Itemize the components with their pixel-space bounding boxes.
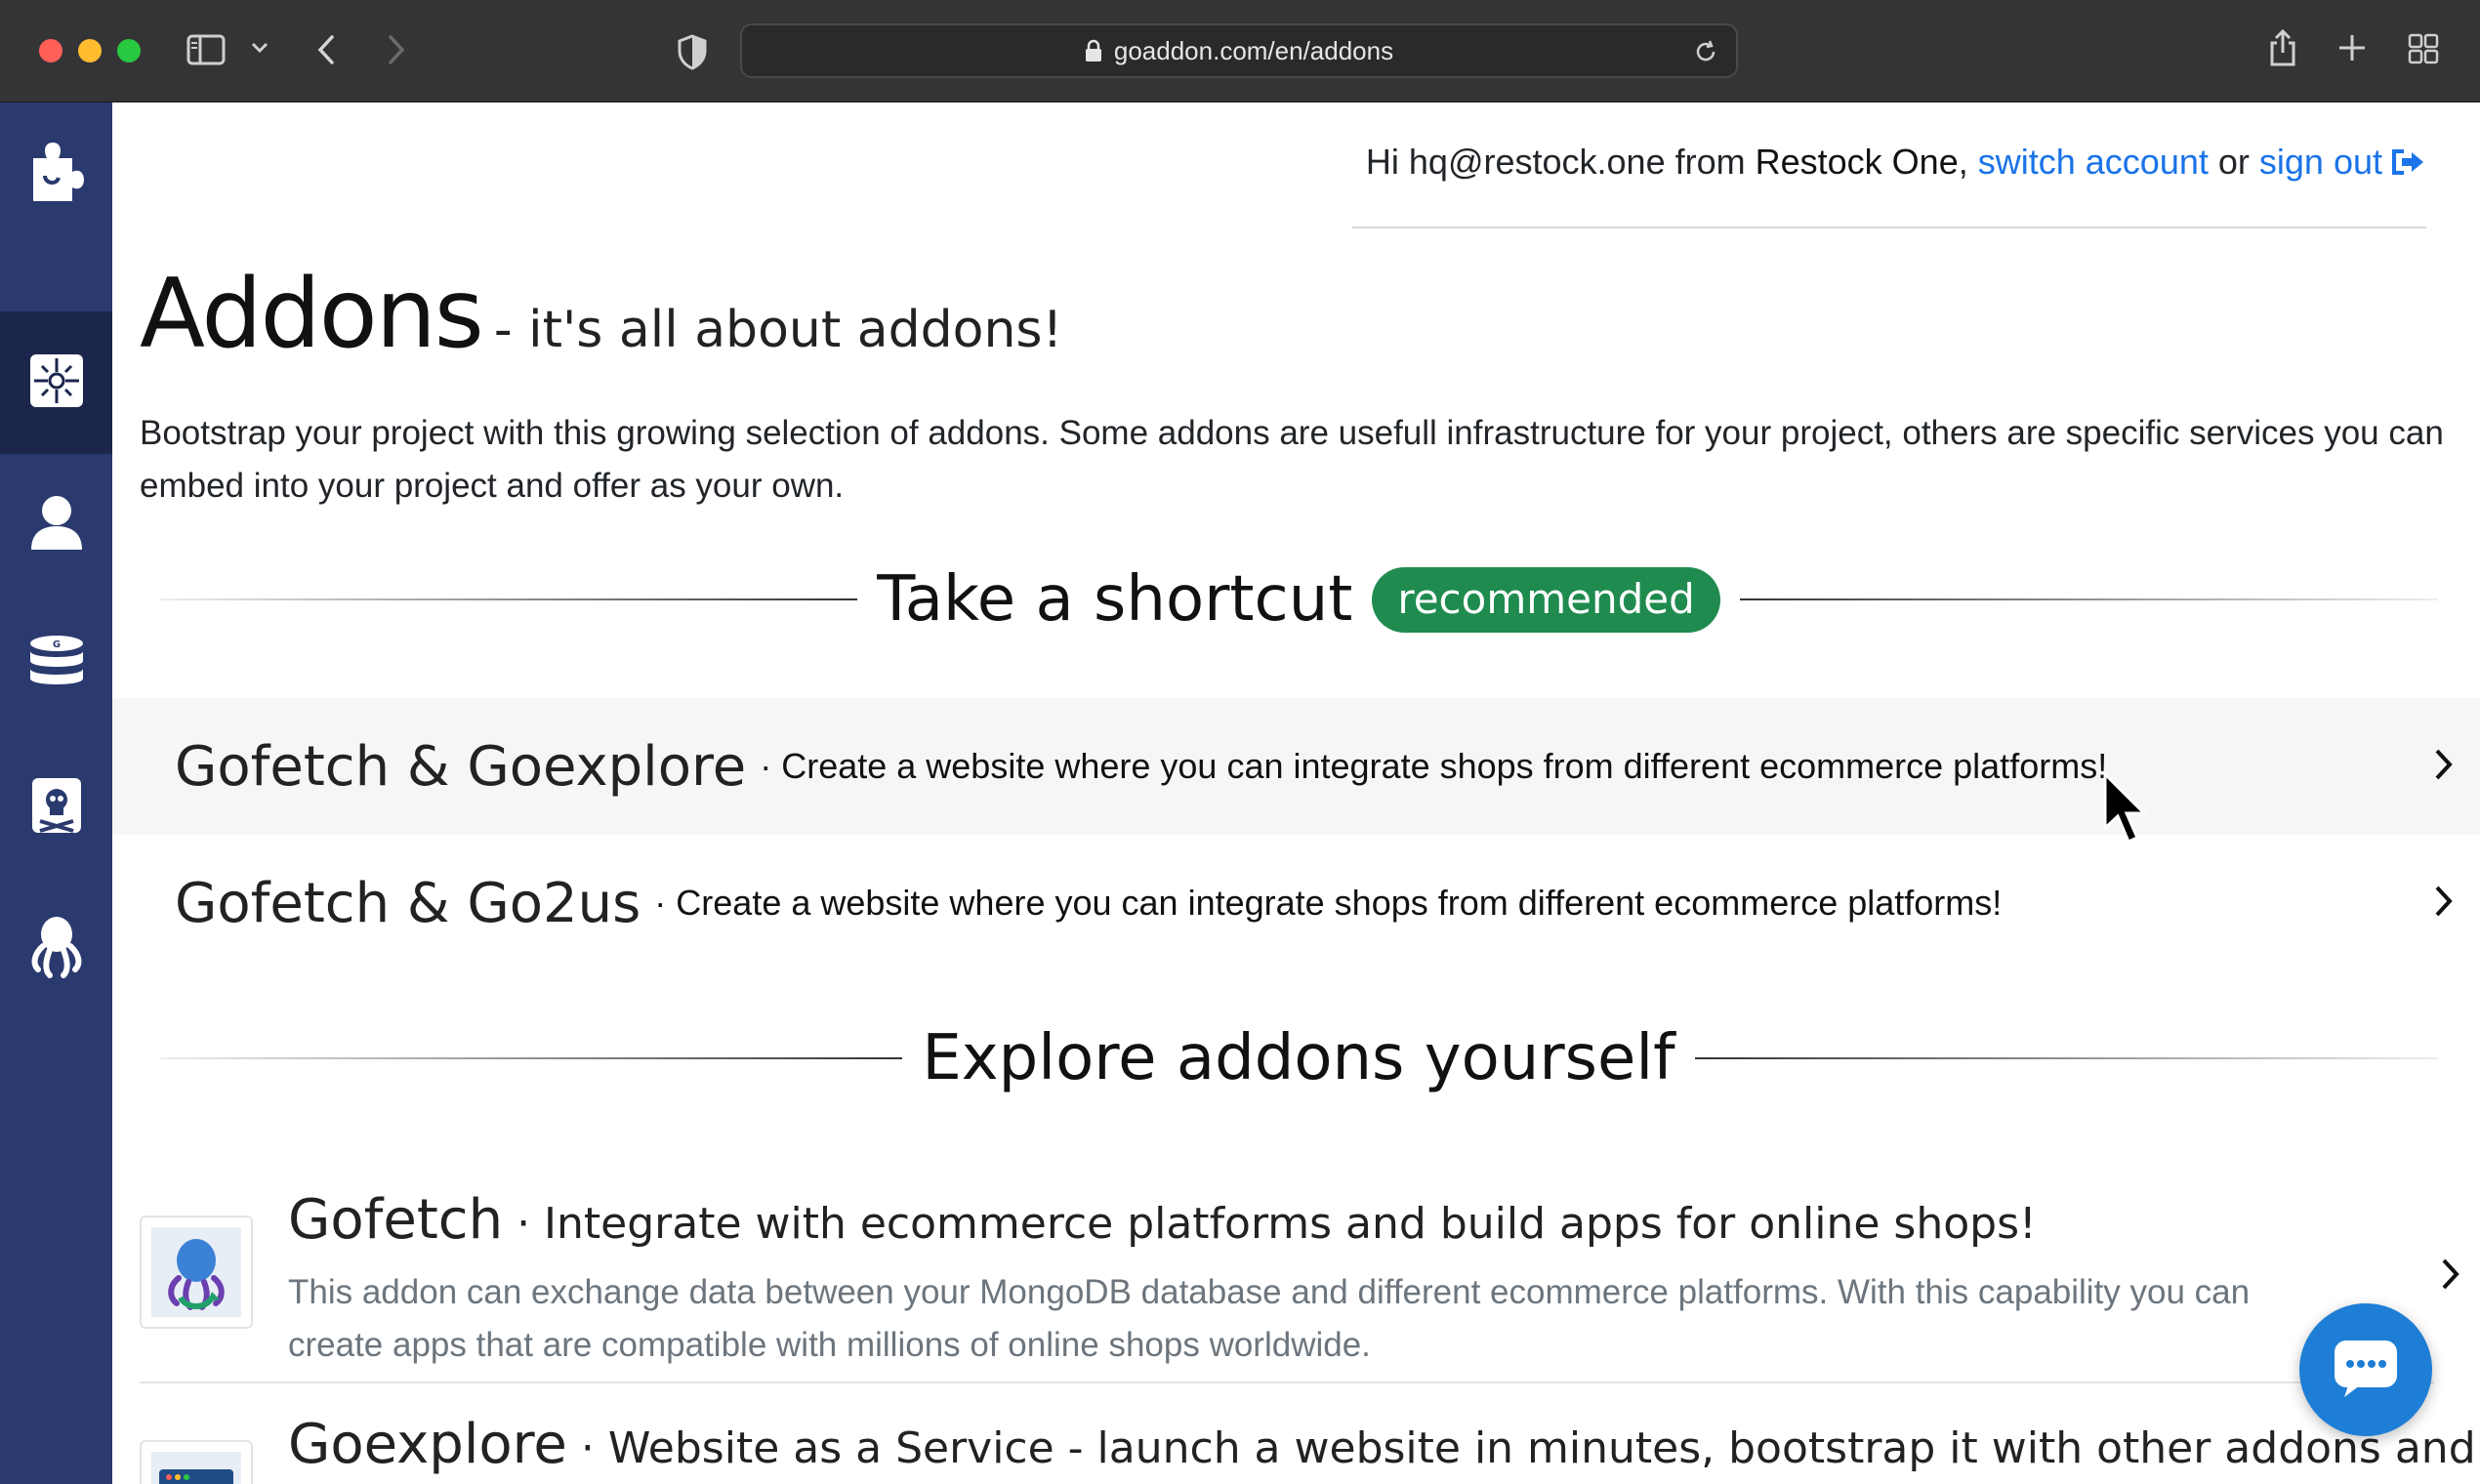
back-icon[interactable]: [314, 33, 338, 66]
shortcut-section-header: Take a shortcut recommended: [159, 563, 2439, 636]
sidebar-item-octopus[interactable]: [0, 878, 112, 1020]
database-icon: G: [28, 634, 85, 698]
greeting-from: from: [1674, 142, 1746, 182]
shortcut-desc: · Create a website where you can integra…: [654, 883, 2003, 923]
lock-icon: [1085, 39, 1102, 62]
addon-divider: [140, 1381, 2434, 1383]
shortcut-heading: Take a shortcut: [877, 563, 1353, 636]
addon-item-goexplore[interactable]: Goexplore · Website as a Service - launc…: [140, 1413, 2476, 1484]
tab-overview-icon[interactable]: [2408, 33, 2439, 64]
user-email: hq@restock.one: [1408, 142, 1666, 182]
chevron-right-icon: [2433, 884, 2455, 923]
browser-toolbar: goaddon.com/en/addons: [0, 0, 2480, 103]
greeting-or: or: [2217, 142, 2250, 182]
greeting-comma: ,: [1958, 142, 1968, 182]
shortcut-item-gofetch-go2us[interactable]: Gofetch & Go2us · Create a website where…: [112, 835, 2480, 971]
chat-widget-button[interactable]: [2299, 1303, 2432, 1436]
greeting-hi: Hi: [1365, 142, 1399, 182]
privacy-shield-icon[interactable]: [676, 33, 709, 70]
divider-line: [1739, 598, 2439, 600]
forward-icon[interactable]: [385, 33, 408, 66]
page-subtitle: - it's all about addons!: [493, 301, 1063, 359]
addon-header: Goexplore · Website as a Service - launc…: [288, 1413, 2476, 1476]
shortcut-name: Gofetch & Goexplore: [175, 734, 747, 799]
zoom-window-button[interactable]: [117, 39, 141, 62]
shortcut-desc: · Create a website where you can integra…: [760, 746, 2108, 786]
minimize-window-button[interactable]: [78, 39, 102, 62]
addon-name: Gofetch: [288, 1188, 504, 1252]
svg-text:G: G: [52, 639, 60, 650]
chat-bubble-icon: [2331, 1337, 2401, 1403]
pirate-icon: [28, 774, 85, 841]
puzzle-icon: [27, 137, 86, 211]
sign-out-icon[interactable]: [2390, 147, 2425, 177]
gofetch-logo: [140, 1216, 253, 1329]
divider-line: [1694, 1057, 2438, 1059]
account-greeting: Hi hq@restock.one from Restock One, swit…: [1366, 142, 2425, 183]
organization-name: Restock One: [1755, 142, 1959, 182]
sidebar-item-addons[interactable]: [0, 311, 112, 454]
mouse-cursor-icon: [2102, 770, 2148, 849]
page-intro: Bootstrap your project with this growing…: [140, 414, 2444, 505]
sidebar-item-home[interactable]: [0, 103, 112, 245]
share-icon[interactable]: [2267, 27, 2298, 68]
sidebar-toggle-icon[interactable]: [186, 33, 228, 66]
explore-heading: Explore addons yourself: [922, 1022, 1675, 1094]
sidebar: G: [0, 103, 112, 1484]
recommended-badge: recommended: [1372, 566, 1720, 633]
explore-section-header: Explore addons yourself: [159, 1022, 2438, 1094]
shortcut-name: Gofetch & Go2us: [175, 871, 641, 935]
reload-icon[interactable]: [1693, 39, 1718, 71]
sign-out-link[interactable]: sign out: [2259, 142, 2382, 183]
sidebar-item-database[interactable]: G: [0, 595, 112, 737]
sidebar-item-account[interactable]: [0, 453, 112, 596]
close-window-button[interactable]: [39, 39, 62, 62]
address-bar[interactable]: goaddon.com/en/addons: [740, 23, 1738, 78]
greeting-divider: [1352, 227, 2426, 228]
chevron-right-icon: [2440, 1257, 2461, 1296]
url-text: goaddon.com/en/addons: [1113, 35, 1394, 65]
addon-name: Goexplore: [288, 1413, 567, 1476]
new-tab-icon[interactable]: [2337, 33, 2367, 62]
page-header: Addons - it's all about addons!: [140, 259, 1062, 370]
addon-tagline: · Integrate with ecommerce platforms and…: [517, 1199, 2037, 1249]
chevron-down-icon[interactable]: [250, 41, 269, 55]
chevron-right-icon: [2433, 747, 2455, 786]
user-icon: [29, 493, 84, 556]
addon-header: Gofetch · Integrate with ecommerce platf…: [288, 1188, 2037, 1252]
goexplore-logo: [140, 1440, 253, 1484]
divider-line: [159, 598, 858, 600]
switch-account-link[interactable]: switch account: [1978, 142, 2209, 183]
addon-description: This addon can exchange data between you…: [288, 1273, 2251, 1364]
divider-line: [159, 1057, 903, 1059]
sidebar-item-pirate[interactable]: [0, 736, 112, 879]
addon-tagline: · Website as a Service - launch a websit…: [580, 1423, 2476, 1473]
octopus-icon: [28, 915, 85, 983]
page-title: Addons: [140, 259, 484, 370]
puzzle-grid-icon: [28, 352, 85, 413]
